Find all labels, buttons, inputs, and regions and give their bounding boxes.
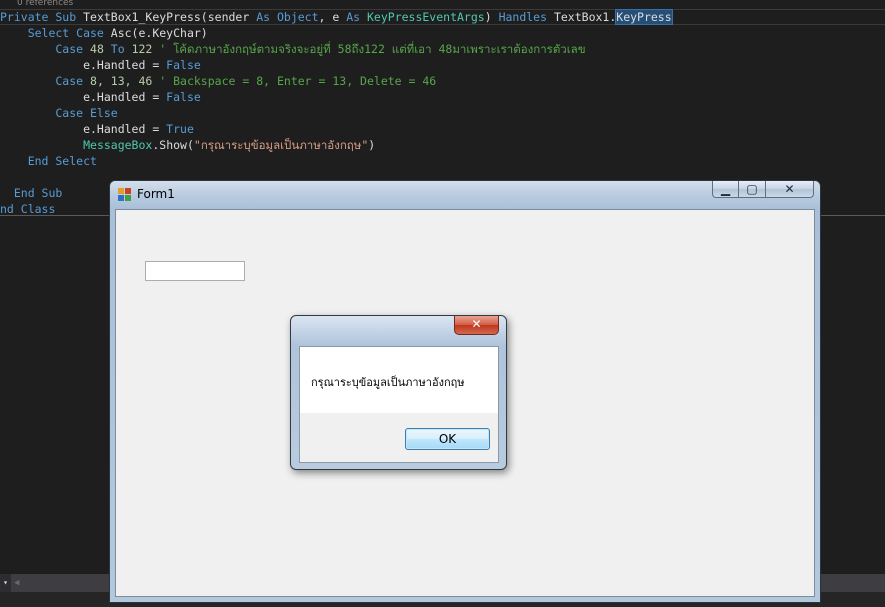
code-line[interactable]: Case Else bbox=[0, 105, 672, 121]
code-token: e.Handled = bbox=[0, 90, 167, 104]
code-token: "กรุณาระบุข้อมูลเป็นภาษาอังกฤษ" bbox=[193, 138, 369, 152]
code-token: Case bbox=[0, 74, 91, 88]
maximize-button[interactable]: ▢ bbox=[739, 181, 766, 198]
dialog-message: กรุณาระบุข้อมูลเป็นภาษาอังกฤษ bbox=[311, 376, 465, 389]
zoom-dropdown-icon[interactable]: ▾ bbox=[0, 574, 11, 592]
minimize-button[interactable]: ▁ bbox=[712, 181, 739, 198]
code-token: Private Sub bbox=[0, 10, 84, 24]
code-token: Asc(e.KeyChar) bbox=[110, 26, 208, 40]
code-line[interactable]: MessageBox.Show("กรุณาระบุข้อมูลเป็นภาษา… bbox=[0, 137, 672, 153]
code-token: 8, 13, 46 bbox=[90, 74, 160, 88]
code-token: Case bbox=[0, 42, 91, 56]
code-token: nd Class bbox=[0, 202, 56, 216]
code-token: MessageBox bbox=[83, 138, 153, 152]
code-token: False bbox=[166, 90, 201, 104]
code-token: Select Case bbox=[0, 26, 111, 40]
code-line[interactable]: Select Case Asc(e.KeyChar) bbox=[0, 25, 672, 41]
code-line[interactable]: Private Sub TextBox1_KeyPress(sender As … bbox=[0, 9, 673, 25]
close-icon: ✕ bbox=[784, 182, 795, 196]
code-token: True bbox=[166, 122, 194, 136]
code-token: , e bbox=[318, 10, 347, 24]
caption-buttons: ▁ ▢ ✕ bbox=[712, 181, 814, 199]
code-line[interactable]: Case 48 To 122 ' โค้ดภาษาอังกฤษ์ตามจริงจ… bbox=[0, 41, 672, 57]
textbox1-input[interactable] bbox=[145, 261, 245, 281]
code-token: End Sub bbox=[0, 186, 63, 200]
message-box-dialog[interactable]: ✕ กรุณาระบุข้อมูลเป็นภาษาอังกฤษ OK bbox=[290, 315, 507, 470]
code-token: As bbox=[256, 10, 277, 24]
code-token: ' Backspace = 8, Enter = 13, Delete = 46 bbox=[159, 74, 437, 88]
code-token: 48 bbox=[90, 42, 111, 56]
code-token: False bbox=[166, 58, 201, 72]
code-token: Handles bbox=[498, 10, 554, 24]
code-line[interactable]: e.Handled = True bbox=[0, 121, 672, 137]
dialog-content-area: กรุณาระบุข้อมูลเป็นภาษาอังกฤษ bbox=[300, 347, 498, 413]
code-token: e.Handled = bbox=[0, 58, 167, 72]
minimize-icon: ▁ bbox=[720, 182, 731, 196]
code-token: TextBox1_KeyPress(sender bbox=[83, 10, 257, 24]
close-button[interactable]: ✕ bbox=[766, 181, 814, 198]
code-token: 122 bbox=[131, 42, 160, 56]
maximize-icon: ▢ bbox=[746, 182, 758, 196]
close-icon: ✕ bbox=[471, 317, 482, 331]
code-token: Case Else bbox=[0, 106, 118, 120]
form-app-icon bbox=[118, 188, 131, 201]
window-title: Form1 bbox=[137, 187, 175, 201]
code-token: KeyPressEventArgs bbox=[367, 10, 485, 24]
code-token: TextBox1. bbox=[553, 10, 617, 24]
ok-button[interactable]: OK bbox=[405, 428, 490, 450]
code-token: KeyPress bbox=[615, 9, 673, 25]
code-line[interactable]: End Select bbox=[0, 153, 672, 169]
references-codelens[interactable]: 0 references bbox=[17, 0, 73, 9]
code-token: e.Handled = bbox=[0, 122, 167, 136]
code-line[interactable]: Case 8, 13, 46 ' Backspace = 8, Enter = … bbox=[0, 73, 672, 89]
code-token: ' โค้ดภาษาอังกฤษ์ตามจริงจะอยู่ที่ 58ถึง1… bbox=[159, 42, 586, 56]
code-token: ) bbox=[368, 138, 376, 152]
code-token: ) bbox=[484, 10, 499, 24]
code-line[interactable]: e.Handled = False bbox=[0, 89, 672, 105]
code-token: To bbox=[110, 42, 132, 56]
scroll-left-icon[interactable]: ◀ bbox=[14, 574, 19, 592]
code-token: Object bbox=[276, 10, 319, 24]
code-line[interactable]: e.Handled = False bbox=[0, 57, 672, 73]
code-token: .Show( bbox=[152, 138, 194, 152]
dialog-close-button[interactable]: ✕ bbox=[454, 316, 499, 335]
code-token: End Select bbox=[0, 154, 97, 168]
code-token: As bbox=[346, 10, 367, 24]
dialog-body: กรุณาระบุข้อมูลเป็นภาษาอังกฤษ OK bbox=[299, 346, 499, 463]
